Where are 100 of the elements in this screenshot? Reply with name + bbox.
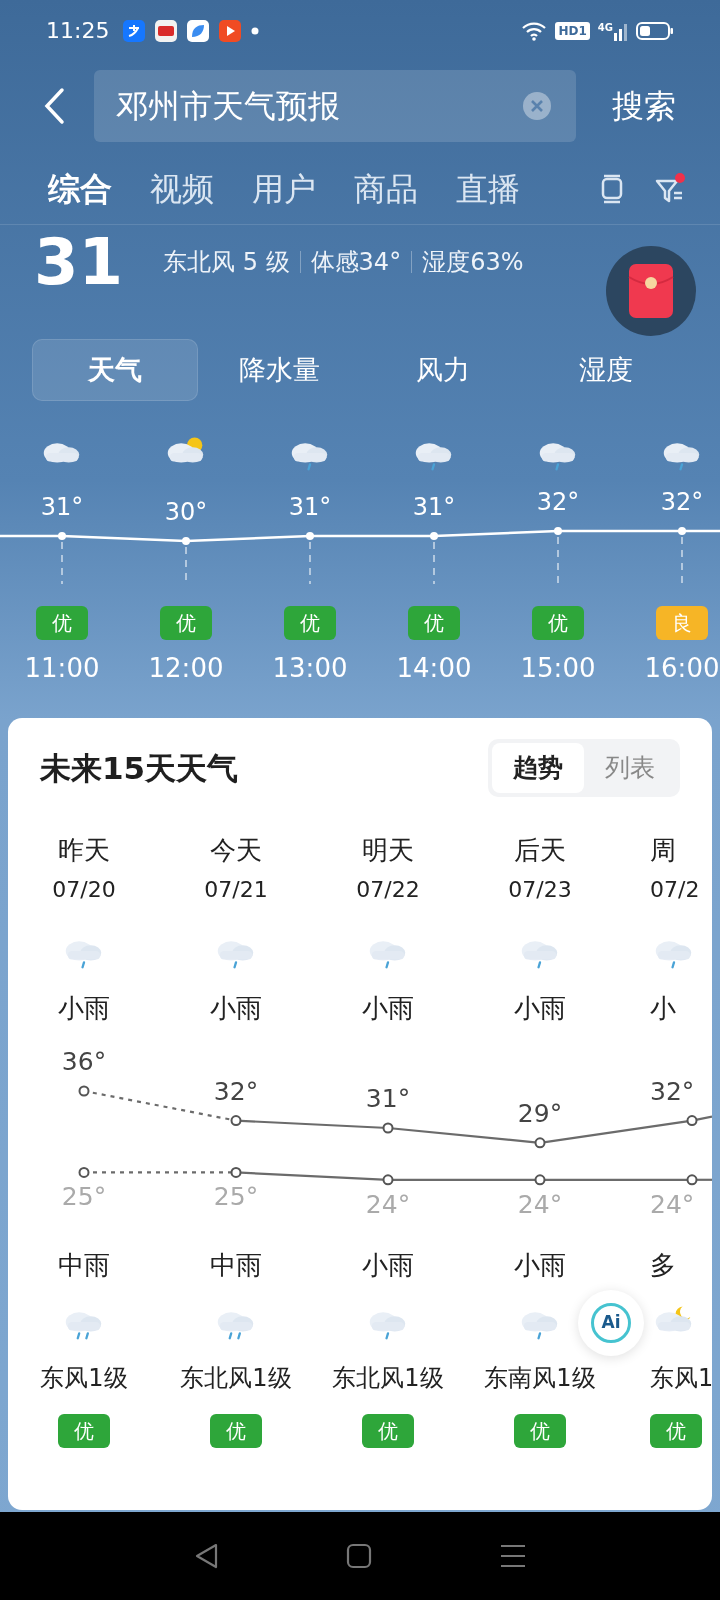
temperature-dot (554, 527, 562, 536)
high-temperature: 29° (517, 1098, 563, 1129)
low-temperature: 24° (365, 1189, 411, 1220)
high-temperature: 32° (650, 1076, 695, 1107)
section-title: 未来15天天气 (40, 748, 239, 788)
night-weather: 多 (650, 1249, 676, 1283)
data-type-tab[interactable]: 湿度 (524, 339, 688, 402)
search-button[interactable]: 搜索 (612, 81, 676, 130)
air-quality-badge: 优 (532, 606, 584, 641)
air-quality-badge: 优 (650, 1414, 702, 1449)
hour-label: 11:00 (24, 652, 100, 685)
temperature-dot (686, 1174, 698, 1186)
clock-time: 11:25 (46, 17, 110, 46)
day-weather: 小雨 (210, 992, 262, 1026)
day-label: 明天 (362, 834, 414, 868)
hour-label: 16:00 (644, 652, 720, 685)
low-temperature: 24° (650, 1189, 695, 1220)
data-type-tab[interactable]: 风力 (361, 339, 525, 402)
wind-label: 东北风1级 (180, 1363, 292, 1395)
app-notification-icon (187, 19, 210, 42)
wind-label: 东北风1级 (332, 1363, 444, 1395)
temperature-dot (686, 1115, 698, 1127)
view-toggle-tab[interactable]: 列表 (584, 743, 676, 794)
current-temperature: 31 (34, 229, 124, 294)
air-quality-badge: 良 (656, 606, 708, 641)
hd-badge: HD1 (555, 21, 590, 40)
night-weather: 小雨 (362, 1249, 414, 1283)
temperature-dot (230, 1115, 242, 1127)
hour-label: 13:00 (272, 652, 348, 685)
night-weather: 中雨 (210, 1249, 262, 1283)
hour-label: 12:00 (148, 652, 224, 685)
hourly-temperature: 31° (288, 492, 332, 523)
play-app-icon (219, 19, 242, 42)
data-type-tab[interactable]: 降水量 (197, 339, 361, 402)
air-quality-badge: 优 (362, 1414, 414, 1449)
data-type-tab[interactable]: 天气 (32, 339, 198, 402)
search-field[interactable]: 邓州市天气预报 (94, 69, 576, 142)
tablet-icon[interactable] (600, 174, 624, 205)
menu-nav-icon[interactable] (498, 1543, 527, 1570)
wind-label: 东风1级 (40, 1363, 128, 1395)
day-label: 后天 (514, 834, 566, 868)
air-quality-badge: 优 (408, 606, 460, 641)
wind-label: 东风1 (650, 1363, 712, 1395)
air-quality-badge: 优 (514, 1414, 566, 1449)
air-quality-badge: 优 (210, 1414, 262, 1449)
envelope-icon (628, 263, 674, 319)
hour-label: 15:00 (520, 652, 596, 685)
day-weather: 小雨 (362, 992, 414, 1026)
day-weather: 小 (650, 992, 676, 1026)
home-nav-icon[interactable] (346, 1543, 372, 1570)
weather-detail: 东北风 5 级 (163, 246, 290, 278)
high-temperature: 31° (365, 1084, 411, 1115)
hour-label: 14:00 (396, 652, 472, 685)
temperature-dot (382, 1122, 394, 1134)
temperature-dot (78, 1085, 90, 1097)
air-quality-badge: 优 (284, 606, 336, 641)
night-weather: 中雨 (58, 1249, 110, 1283)
back-nav-icon[interactable] (193, 1542, 220, 1571)
app-notification-icon (123, 19, 146, 42)
day-weather: 小雨 (58, 992, 110, 1026)
hourly-temperature: 32° (536, 487, 580, 518)
temperature-dot (382, 1174, 394, 1186)
category-tab[interactable]: 综合 (48, 165, 112, 214)
category-tab[interactable]: 直播 (456, 165, 520, 214)
weather-detail: 体感34° (310, 246, 402, 278)
temperature-dot (534, 1174, 546, 1186)
day-label: 昨天 (58, 834, 110, 868)
category-tab[interactable]: 视频 (150, 165, 214, 214)
air-quality-badge: 优 (58, 1414, 110, 1449)
day-label: 今天 (210, 834, 262, 868)
date-label: 07/23 (508, 876, 572, 905)
temperature-dot (182, 537, 190, 546)
category-tab[interactable]: 商品 (354, 165, 418, 214)
temperature-dot (58, 532, 66, 541)
low-temperature: 24° (517, 1189, 563, 1220)
temperature-dot (306, 532, 314, 541)
app-notification-icon (155, 19, 178, 42)
temperature-dot (678, 527, 686, 536)
air-quality-badge: 优 (36, 606, 88, 641)
category-tab[interactable]: 用户 (252, 165, 316, 214)
date-label: 07/22 (356, 876, 420, 905)
network-type: 4G (597, 22, 613, 33)
temperature-dot (430, 532, 438, 541)
high-temperature: 32° (213, 1076, 259, 1107)
wind-label: 东南风1级 (484, 1363, 596, 1395)
hourly-temperature: 31° (40, 492, 84, 523)
dot-icon (251, 26, 260, 35)
low-temperature: 25° (61, 1182, 107, 1213)
night-weather: 小雨 (514, 1249, 566, 1283)
day-label: 周 (650, 834, 676, 868)
hourly-temperature: 30° (164, 497, 208, 528)
day-weather: 小雨 (514, 992, 566, 1026)
wifi-icon (521, 20, 548, 41)
air-quality-badge: 优 (160, 606, 212, 641)
view-toggle-tab[interactable]: 趋势 (492, 743, 584, 794)
temperature-dot (78, 1166, 90, 1178)
date-label: 07/21 (204, 876, 268, 905)
hourly-temperature: 32° (660, 487, 704, 518)
hourly-temperature: 31° (412, 492, 456, 523)
date-label: 07/2 (650, 876, 700, 905)
